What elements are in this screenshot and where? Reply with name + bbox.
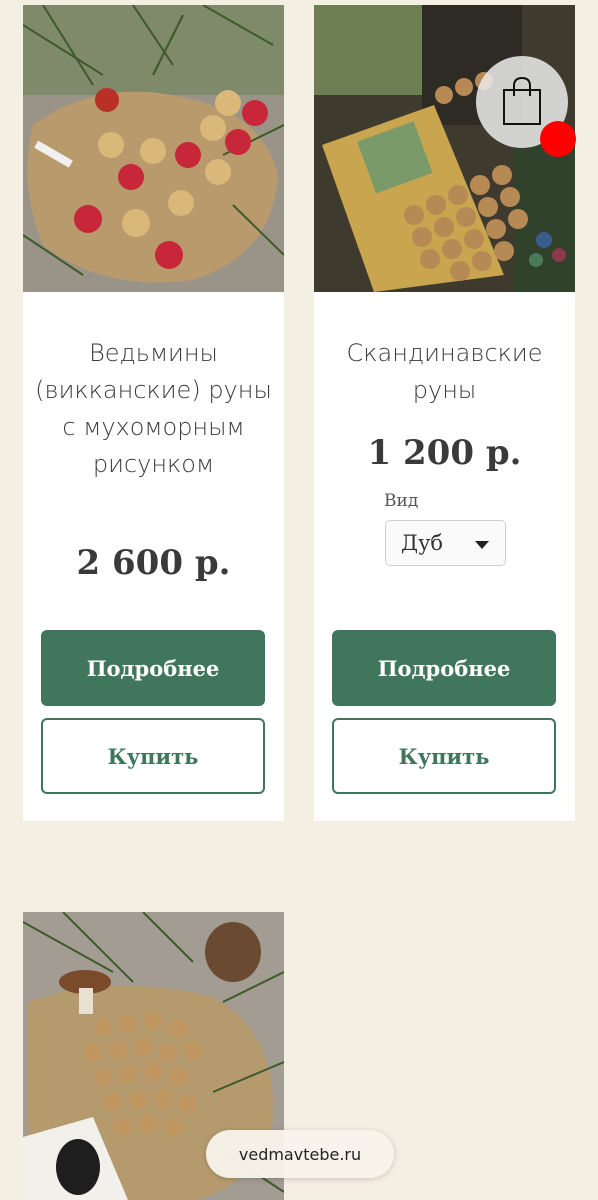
product-price: 2 600 р. bbox=[76, 543, 231, 583]
address-bar[interactable]: vedmavtebe.ru bbox=[206, 1130, 394, 1178]
variant-select-value: Дуб bbox=[401, 531, 444, 555]
buy-button[interactable]: Купить bbox=[41, 718, 265, 794]
product-image[interactable] bbox=[314, 5, 575, 292]
cart-badge bbox=[540, 121, 576, 157]
product-image[interactable] bbox=[23, 5, 284, 292]
details-button[interactable]: Подробнее bbox=[332, 630, 556, 706]
product-title[interactable]: Скандинавские руны bbox=[324, 335, 565, 409]
product-card: Ведьмины (викканские) руны с мухоморным … bbox=[23, 5, 284, 821]
variant-label: Вид bbox=[384, 491, 419, 511]
variant-select[interactable]: Дуб bbox=[385, 520, 506, 566]
chevron-down-icon bbox=[475, 541, 489, 549]
shopping-bag-icon bbox=[503, 76, 541, 125]
product-price: 1 200 р. bbox=[367, 433, 522, 473]
details-button[interactable]: Подробнее bbox=[41, 630, 265, 706]
product-title[interactable]: Ведьмины (викканские) руны с мухоморным … bbox=[33, 335, 274, 483]
buy-button[interactable]: Купить bbox=[332, 718, 556, 794]
url-text: vedmavtebe.ru bbox=[238, 1144, 362, 1164]
